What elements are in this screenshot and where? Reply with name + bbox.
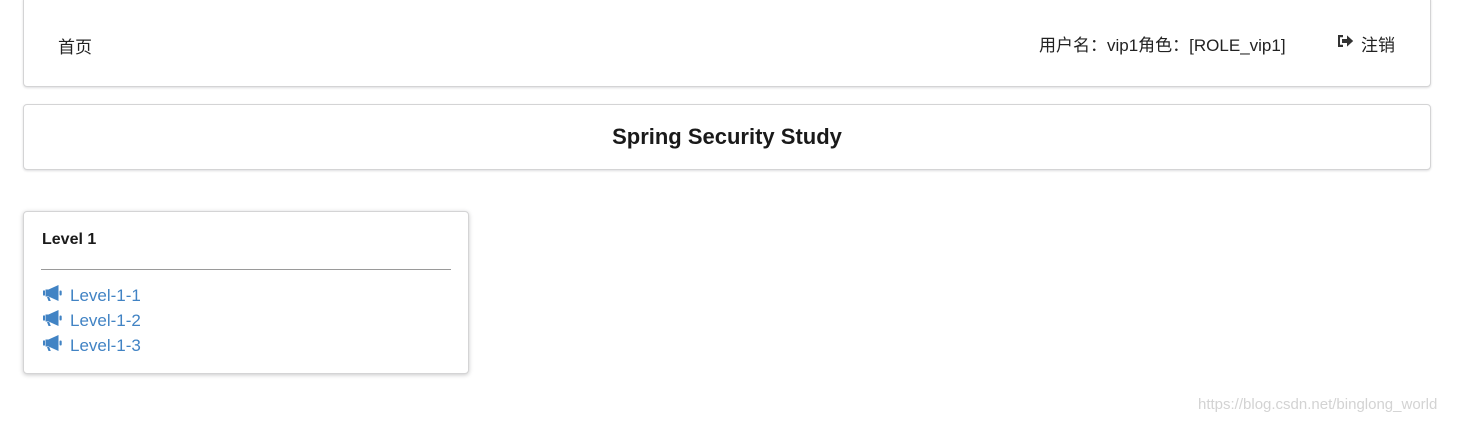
page: 首页 用户名：vip1角色：[ROLE_vip1] 注销 Spring Secu…: [0, 0, 1461, 423]
logout-label: 注销: [1361, 36, 1395, 55]
bullhorn-icon: [42, 309, 63, 332]
nav-home-link[interactable]: 首页: [58, 33, 92, 58]
page-title-box: Spring Security Study: [23, 104, 1431, 170]
level-1-1-link[interactable]: Level-1-1: [42, 284, 141, 307]
user-info-text: 用户名：vip1角色：[ROLE_vip1]: [1039, 36, 1286, 55]
level-1-2-link[interactable]: Level-1-2: [42, 309, 141, 332]
watermark: https://blog.csdn.net/binglong_world: [1198, 396, 1438, 413]
bullhorn-icon: [42, 334, 63, 357]
bullhorn-icon: [42, 284, 63, 307]
sign-out-icon: [1336, 33, 1354, 54]
link-label: Level-1-1: [70, 285, 141, 305]
level-1-card: Level 1 Level-1-1 Level-1-2 Level-1-3: [23, 211, 469, 374]
card-divider: [41, 269, 451, 270]
level-1-3-link[interactable]: Level-1-3: [42, 334, 141, 357]
card-link-list: Level-1-1 Level-1-2 Level-1-3: [42, 283, 141, 358]
logout-link[interactable]: 注销: [1336, 31, 1395, 56]
list-item: Level-1-1: [42, 283, 141, 308]
top-navbar: 首页 用户名：vip1角色：[ROLE_vip1] 注销: [23, 0, 1431, 87]
link-label: Level-1-2: [70, 310, 141, 330]
card-header: Level 1: [42, 231, 97, 248]
page-title: Spring Security Study: [612, 124, 842, 149]
link-label: Level-1-3: [70, 335, 141, 355]
list-item: Level-1-3: [42, 333, 141, 358]
list-item: Level-1-2: [42, 308, 141, 333]
